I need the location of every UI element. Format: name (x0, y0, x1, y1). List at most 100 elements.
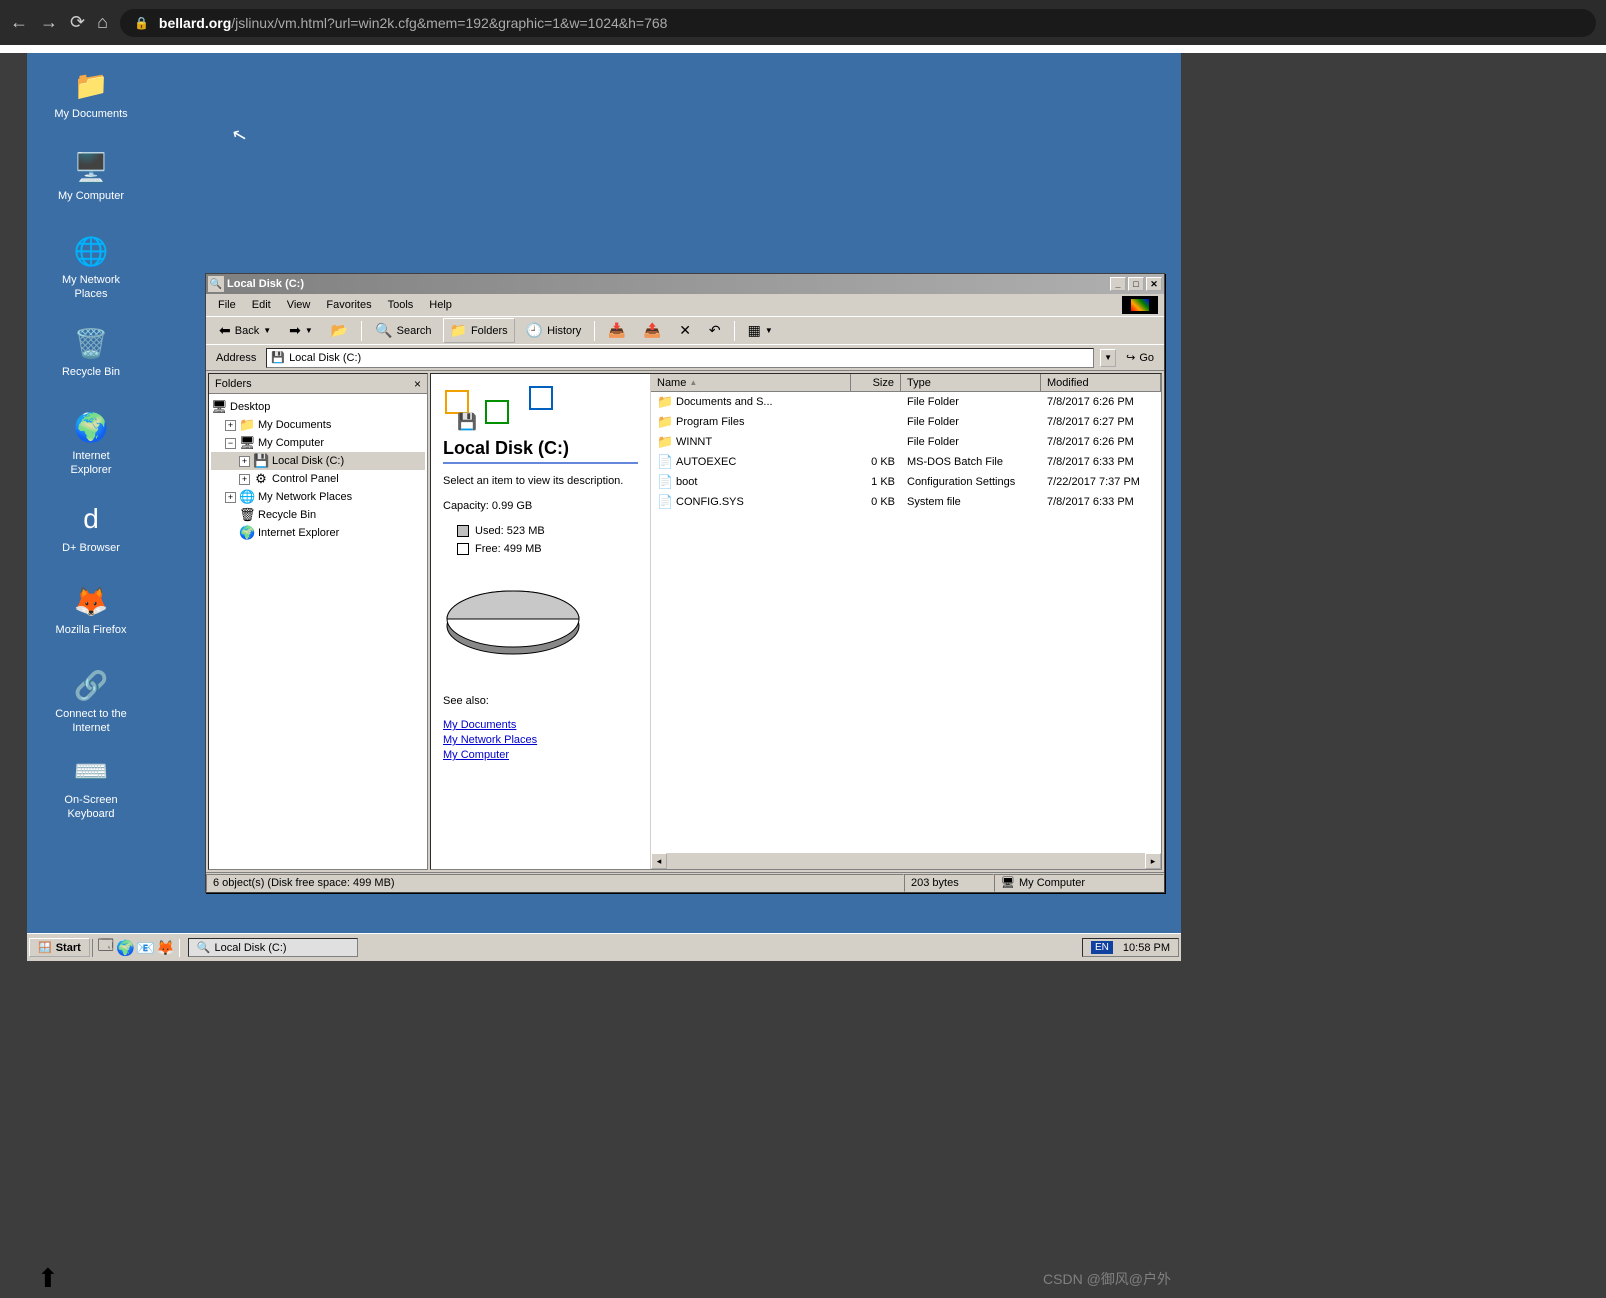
ie-icon[interactable]: 🌍 (117, 939, 135, 957)
icon-label: D+ Browser (51, 541, 131, 555)
tree-networkplaces[interactable]: +🌐My Network Places (211, 488, 425, 506)
col-name[interactable]: Name▲ (651, 374, 851, 391)
menu-favorites[interactable]: Favorites (318, 296, 379, 314)
address-field[interactable]: 💾 Local Disk (C:) (266, 348, 1094, 368)
ie-icon: 🌍 (239, 525, 255, 541)
icon-label: My Network Places (51, 273, 131, 302)
scroll-left-icon[interactable]: ◂ (651, 853, 667, 869)
controlpanel-icon: ⚙ (253, 471, 269, 487)
file-icon: 📄 (657, 494, 672, 510)
collapse-icon[interactable]: − (225, 438, 236, 449)
language-indicator[interactable]: EN (1091, 941, 1113, 954)
used-swatch (457, 525, 469, 537)
file-row[interactable]: 📄CONFIG.SYS0 KBSystem file7/8/2017 6:33 … (651, 492, 1161, 512)
desktop-icon-on-screen-keyboard[interactable]: ⌨️On-Screen Keyboard (51, 753, 131, 822)
system-tray: EN 10:58 PM (1082, 938, 1179, 957)
folders-close-button[interactable]: × (414, 377, 421, 391)
minimize-button[interactable]: _ (1110, 277, 1126, 291)
move-to-button[interactable]: 📥 (601, 318, 632, 343)
file-name: WINNT (676, 436, 712, 448)
firefox-icon[interactable]: 🦊 (157, 939, 175, 957)
tree-ie[interactable]: 🌍Internet Explorer (211, 524, 425, 542)
maximize-button[interactable]: □ (1128, 277, 1144, 291)
menu-view[interactable]: View (279, 296, 319, 314)
desktop-icon-my-computer[interactable]: 🖥️My Computer (51, 149, 131, 203)
folders-header: Folders (215, 378, 252, 390)
delete-button[interactable]: ✕ (672, 318, 698, 343)
horizontal-scrollbar[interactable]: ◂ ▸ (651, 853, 1161, 869)
tree-localdisk[interactable]: +💾Local Disk (C:) (211, 452, 425, 470)
search-button[interactable]: 🔍Search (368, 318, 438, 343)
desktop[interactable]: 📁My Documents🖥️My Computer🌐My Network Pl… (27, 53, 1181, 961)
desktop-icon-d+-browser[interactable]: dD+ Browser (51, 501, 131, 555)
desktop-icon-internet-explorer[interactable]: 🌍Internet Explorer (51, 409, 131, 478)
file-icon: 📁 (657, 434, 672, 450)
file-type: Configuration Settings (901, 473, 1041, 491)
col-size[interactable]: Size (851, 374, 901, 391)
file-row[interactable]: 📁Documents and S...File Folder7/8/2017 6… (651, 392, 1161, 412)
desktop-icon-recycle-bin[interactable]: 🗑️Recycle Bin (51, 325, 131, 379)
taskbar-task[interactable]: 🔍Local Disk (C:) (188, 938, 358, 957)
back-button[interactable]: ⬅Back▼ (212, 318, 278, 343)
forward-icon[interactable]: → (40, 12, 58, 33)
tree-mydocuments[interactable]: +📁My Documents (211, 416, 425, 434)
tree-controlpanel[interactable]: +⚙Control Panel (211, 470, 425, 488)
desktop-icon-mozilla-firefox[interactable]: 🦊Mozilla Firefox (51, 583, 131, 637)
address-value: Local Disk (C:) (289, 352, 361, 364)
expand-icon[interactable]: + (225, 492, 236, 503)
col-modified[interactable]: Modified (1041, 374, 1161, 391)
file-type: File Folder (901, 393, 1041, 411)
expand-icon[interactable]: + (239, 474, 250, 485)
scroll-right-icon[interactable]: ▸ (1145, 853, 1161, 869)
quick-launch: 🗔 🌍 📧 🦊 (92, 939, 180, 957)
file-modified: 7/8/2017 6:26 PM (1041, 393, 1161, 411)
menu-help[interactable]: Help (421, 296, 460, 314)
desktop-icon-my-network-places[interactable]: 🌐My Network Places (51, 233, 131, 302)
menu-tools[interactable]: Tools (380, 296, 422, 314)
file-row[interactable]: 📁Program FilesFile Folder7/8/2017 6:27 P… (651, 412, 1161, 432)
arrow-left-icon: ⬅ (219, 322, 231, 339)
clock[interactable]: 10:58 PM (1123, 942, 1170, 954)
expand-icon[interactable]: + (225, 420, 236, 431)
copy-to-button[interactable]: 📤 (637, 318, 668, 343)
network-icon: 🌐 (239, 489, 255, 505)
folders-button[interactable]: 📁Folders (443, 318, 515, 343)
close-button[interactable]: ✕ (1146, 277, 1162, 291)
up-button[interactable]: 📂 (324, 318, 355, 343)
desktop-icon-my-documents[interactable]: 📁My Documents (51, 67, 131, 121)
link-my-network-places[interactable]: My Network Places (443, 734, 638, 746)
address-bar: Address 💾 Local Disk (C:) ▼ ↪Go (206, 344, 1164, 370)
desktop-icon-connect-to-the-internet[interactable]: 🔗Connect to the Internet (51, 667, 131, 736)
address-dropdown-button[interactable]: ▼ (1100, 349, 1116, 367)
titlebar[interactable]: 🔍 Local Disk (C:) _ □ ✕ (206, 274, 1164, 294)
link-my-computer[interactable]: My Computer (443, 749, 638, 761)
forward-button[interactable]: ➡▼ (282, 318, 320, 343)
upload-icon[interactable]: ⬆ (37, 1263, 59, 1294)
link-my-documents[interactable]: My Documents (443, 719, 638, 731)
undo-button[interactable]: ↶ (702, 318, 728, 343)
reload-icon[interactable]: ⟳ (70, 12, 85, 33)
url-bar[interactable]: 🔒 bellard.org/jslinux/vm.html?url=win2k.… (120, 9, 1596, 37)
tree-mycomputer[interactable]: −🖥My Computer (211, 434, 425, 452)
status-bytes: 203 bytes (904, 874, 994, 892)
home-icon[interactable]: ⌂ (97, 12, 108, 33)
expand-icon[interactable]: + (239, 456, 250, 467)
move-icon: 📥 (608, 322, 625, 339)
file-name: CONFIG.SYS (676, 496, 744, 508)
outlook-icon[interactable]: 📧 (137, 939, 155, 957)
file-row[interactable]: 📁WINNTFile Folder7/8/2017 6:26 PM (651, 432, 1161, 452)
file-row[interactable]: 📄boot1 KBConfiguration Settings7/22/2017… (651, 472, 1161, 492)
start-button[interactable]: 🪟Start (29, 938, 90, 957)
col-type[interactable]: Type (901, 374, 1041, 391)
views-button[interactable]: ▦▼ (741, 318, 780, 343)
history-button[interactable]: 🕘History (519, 318, 589, 343)
back-icon[interactable]: ← (10, 12, 28, 33)
tree-recyclebin[interactable]: 🗑Recycle Bin (211, 506, 425, 524)
menu-edit[interactable]: Edit (244, 296, 279, 314)
menu-file[interactable]: File (210, 296, 244, 314)
go-button[interactable]: ↪Go (1122, 349, 1158, 366)
app-icon: 🗑️ (73, 325, 109, 361)
tree-desktop[interactable]: 🖥Desktop (211, 398, 425, 416)
file-row[interactable]: 📄AUTOEXEC0 KBMS-DOS Batch File7/8/2017 6… (651, 452, 1161, 472)
show-desktop-icon[interactable]: 🗔 (97, 939, 115, 957)
